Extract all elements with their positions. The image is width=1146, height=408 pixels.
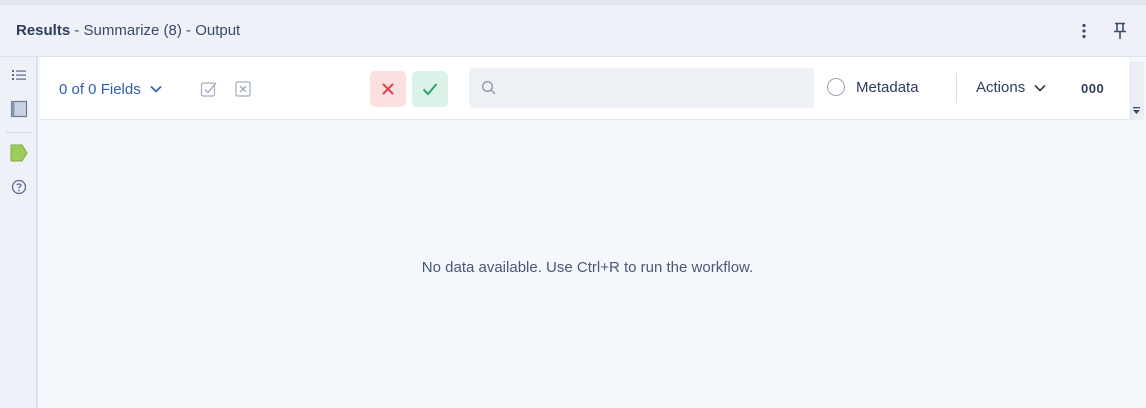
rail-table-button[interactable] [8,98,30,120]
rail-list-button[interactable] [8,64,30,86]
tag-icon [10,144,28,162]
actions-dropdown-label: Actions [976,79,1026,96]
checkmark-icon [422,83,438,96]
search-box [469,68,814,108]
rail-help-button[interactable] [8,176,30,198]
rail-separator [6,132,32,133]
results-header: Results - Summarize (8) - Output [0,5,1146,57]
rail-tag-button[interactable] [8,142,30,164]
clear-filter-button[interactable] [370,71,406,107]
panel-title: Results - Summarize (8) - Output [16,22,240,39]
more-vertical-icon [1082,23,1086,39]
checkbox-x-icon [235,81,251,97]
empty-state-message: No data available. Use Ctrl+R to run the… [421,259,754,276]
panel-title-bold: Results [16,22,71,39]
metadata-radio[interactable] [827,78,845,96]
pin-button[interactable] [1109,19,1131,43]
scroll-down-arrow-icon [1133,106,1140,114]
table-icon [10,100,28,118]
scrollbar[interactable] [1129,57,1146,408]
pin-icon [1114,22,1126,39]
results-main: 0 of 0 Fields Metadata Actions 000 No da… [40,57,1129,408]
apply-filter-button[interactable] [412,71,448,107]
more-options-button[interactable] [1073,19,1095,43]
chevron-down-icon [1034,84,1046,92]
metadata-label: Metadata [856,79,919,96]
scroll-down-button[interactable] [1130,103,1143,117]
overflow-button[interactable]: 000 [1081,81,1104,96]
left-rail [0,57,38,408]
close-icon [382,83,394,95]
list-icon [12,70,26,80]
toolbar-divider [956,73,957,103]
results-toolbar: 0 of 0 Fields Metadata Actions 000 [40,57,1129,120]
panel-title-rest: - Summarize (8) - Output [70,22,241,39]
chevron-down-icon [150,85,162,93]
deselect-all-fields-button[interactable] [233,79,253,99]
search-icon [479,78,499,98]
actions-dropdown[interactable]: Actions [976,79,1047,96]
search-input[interactable] [505,79,809,97]
help-icon [11,179,27,195]
checkbox-checked-icon [200,82,217,97]
select-all-fields-button[interactable] [199,79,219,99]
fields-dropdown[interactable]: 0 of 0 Fields [59,79,163,99]
fields-dropdown-label: 0 of 0 Fields [59,80,141,98]
